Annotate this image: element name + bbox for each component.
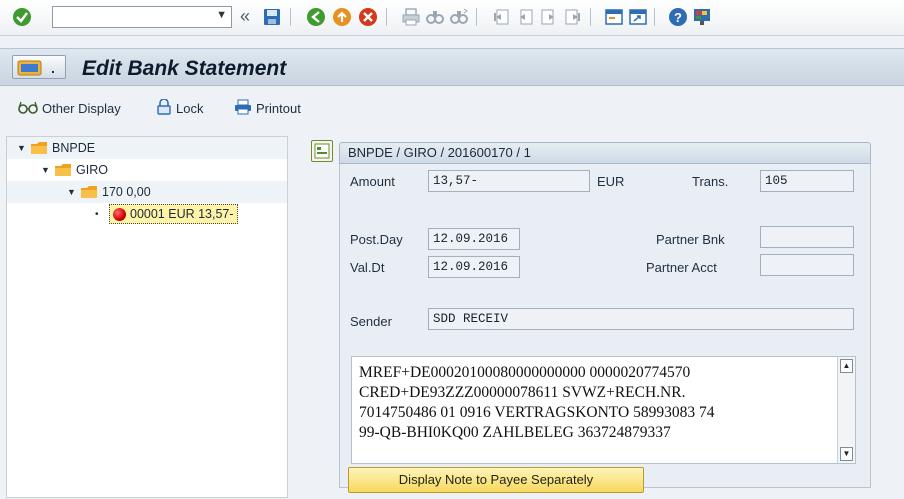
tree-node-170[interactable]: ▼ 170 0,00 [7,181,287,203]
detail-body: Amount 13,57- EUR Trans. 105 Post.Day 12… [339,164,871,493]
save-icon[interactable] [262,7,282,30]
detail-header: BNPDE / GIRO / 201600170 / 1 [339,142,871,164]
find-next-icon[interactable] [450,8,468,29]
customize-layout-icon[interactable] [692,7,712,30]
tree-node-bnpde[interactable]: ▼ BNPDE [7,137,287,159]
val-dt-field[interactable]: 12.09.2016 [428,256,520,278]
red-status-icon [113,207,126,221]
application-toolbar: Other Display Lock Printout [0,88,904,126]
amount-label: Amount [350,174,395,189]
enter-icon[interactable] [12,7,32,30]
find-icon[interactable] [426,8,444,29]
post-day-label: Post.Day [350,232,403,247]
currency-label: EUR [597,174,625,189]
folder-icon [81,186,98,198]
title-bar: . Edit Bank Statement [0,48,904,86]
partner-bnk-field[interactable] [760,226,854,248]
note-to-payee-textarea[interactable]: MREF+DE00020100080000000000 000002077457… [351,356,856,464]
scroll-down-icon[interactable]: ▼ [840,447,853,461]
system-menu-button[interactable]: . [12,55,66,79]
dropdown-arrow-icon[interactable]: ▼ [216,9,227,21]
menu-dropdown-icon: . [51,60,55,76]
expand-triangle-icon[interactable]: ▼ [17,143,27,153]
tree-node-label: 00001 EUR 13,57- [130,207,234,221]
folder-icon [31,142,48,154]
trans-field[interactable]: 105 [760,170,854,192]
toolbar-separator [386,8,387,26]
glasses-icon [18,100,38,117]
collapse-icon[interactable]: « [240,7,250,25]
last-page-icon[interactable] [564,8,582,29]
tree-node-label: 170 0,00 [102,185,151,199]
page-title: Edit Bank Statement [82,57,287,80]
cancel-icon[interactable] [358,7,378,30]
back-icon[interactable] [306,7,326,30]
display-note-separately-button[interactable]: Display Note to Payee Separately [348,467,644,493]
sender-label: Sender [350,314,392,329]
toolbar-separator [290,8,291,26]
amount-field[interactable]: 13,57- [428,170,590,192]
detail-panel: BNPDE / GIRO / 201600170 / 1 Amount 13,5… [311,140,871,493]
menu-folder-icon [17,59,43,79]
previous-page-icon[interactable] [516,8,534,29]
toolbar-separator [590,8,591,26]
expand-triangle-icon[interactable]: ▼ [41,165,51,175]
printout-label: Printout [256,100,301,116]
shortcut-icon[interactable] [628,7,648,30]
print-icon[interactable] [402,8,420,29]
help-icon[interactable]: ? [668,7,688,30]
svg-text:?: ? [674,10,682,25]
lock-icon [156,97,172,118]
first-page-icon[interactable] [492,8,510,29]
other-display-button[interactable]: Other Display [18,98,121,118]
lock-label: Lock [176,100,204,116]
detail-toggle-icon[interactable] [311,140,333,162]
scroll-up-icon[interactable]: ▲ [840,359,853,373]
tree-node-label: BNPDE [52,141,96,155]
partner-bnk-label: Partner Bnk [656,232,725,247]
trans-label: Trans. [692,174,729,189]
printer-icon [234,99,252,118]
expand-triangle-icon[interactable]: ▼ [67,187,77,197]
lock-button[interactable]: Lock [156,97,204,118]
tree-node-item[interactable]: • 00001 EUR 13,57- [7,203,287,225]
statement-tree: ▼ BNPDE ▼ GIRO ▼ 170 0,00 • 00001 EUR 13… [6,136,288,498]
toolbar-separator [654,8,655,26]
leaf-bullet-icon: • [95,208,99,220]
note-to-payee-text: MREF+DE00020100080000000000 000002077457… [359,364,715,441]
partner-acct-field[interactable] [760,254,854,276]
exit-icon[interactable] [332,7,352,30]
tree-node-label: GIRO [76,163,108,177]
selected-item[interactable]: 00001 EUR 13,57- [109,204,238,224]
tree-node-giro[interactable]: ▼ GIRO [7,159,287,181]
toolbar-separator [476,8,477,26]
command-field[interactable]: ▼ [52,6,232,28]
post-day-field[interactable]: 12.09.2016 [428,228,520,250]
sender-field[interactable]: SDD RECEIV [428,308,854,330]
val-dt-label: Val.Dt [350,260,385,275]
command-toolbar: ▼ « ? [0,0,904,36]
other-display-label: Other Display [42,100,121,116]
create-session-icon[interactable] [604,7,624,30]
note-scrollbar[interactable]: ▲ ▼ [837,357,855,463]
folder-icon [55,164,72,176]
next-page-icon[interactable] [540,8,558,29]
partner-acct-label: Partner Acct [646,260,717,275]
printout-button[interactable]: Printout [234,98,301,118]
